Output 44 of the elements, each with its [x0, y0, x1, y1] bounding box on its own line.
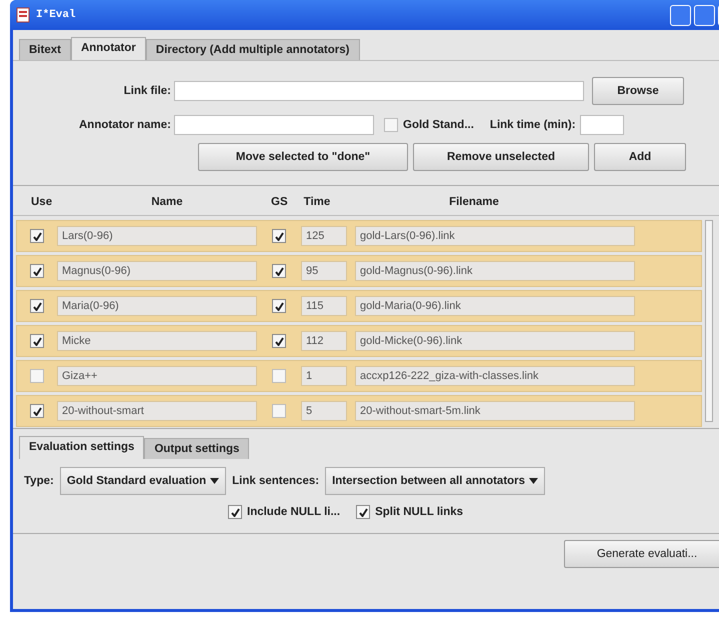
- filename-field[interactable]: 20-without-smart-5m.link: [355, 401, 635, 421]
- time-field[interactable]: 115: [301, 296, 347, 316]
- time-field[interactable]: 125: [301, 226, 347, 246]
- filename-field[interactable]: gold-Micke(0-96).link: [355, 331, 635, 351]
- generate-button[interactable]: Generate evaluati...: [564, 540, 719, 568]
- link-sentences-label: Link sentences:: [232, 475, 320, 487]
- tab[interactable]: Directory (Add multiple annotators): [146, 39, 360, 60]
- column-header: Name: [150, 196, 184, 208]
- action-button[interactable]: Remove unselected: [413, 143, 589, 171]
- action-button[interactable]: Add: [594, 143, 686, 171]
- option-label: Split NULL links: [375, 506, 464, 518]
- tab[interactable]: Output settings: [144, 438, 250, 459]
- time-field[interactable]: 95: [301, 261, 347, 281]
- tab[interactable]: Bitext: [19, 39, 71, 60]
- time-field[interactable]: 112: [301, 331, 347, 351]
- name-field[interactable]: Micke: [57, 331, 257, 351]
- standard-checkbox-label: Gold Stand...: [403, 119, 474, 131]
- name-field[interactable]: 20-without-smart: [57, 401, 257, 421]
- time-field[interactable]: 1: [301, 366, 347, 386]
- filename-field[interactable]: gold-Maria(0-96).link: [355, 296, 635, 316]
- name-field[interactable]: Maria(0-96): [57, 296, 257, 316]
- window-title: I*Eval: [36, 9, 76, 21]
- column-header: Filename: [448, 196, 500, 208]
- filename-field[interactable]: gold-Magnus(0-96).link: [355, 261, 635, 281]
- name-field[interactable]: Lars(0-96): [57, 226, 257, 246]
- column-header: GS: [271, 196, 289, 208]
- tab[interactable]: Annotator: [70, 37, 146, 60]
- action-button[interactable]: Move selected to "done": [198, 143, 408, 171]
- column-header: Time: [302, 196, 332, 208]
- link-sentences-dropdown[interactable]: Intersection between all annotators: [325, 467, 546, 495]
- tab[interactable]: Evaluation settings: [19, 436, 144, 459]
- option-label: Include NULL li...: [247, 506, 340, 518]
- filename-field[interactable]: accxp126-222_giza-with-classes.link: [355, 366, 635, 386]
- type-label: Type:: [24, 475, 54, 487]
- annotator-name-label: Annotator name:: [78, 119, 171, 131]
- name-field[interactable]: Magnus(0-96): [57, 261, 257, 281]
- link-time-label: Link time (min):: [490, 119, 576, 131]
- time-field[interactable]: 5: [301, 401, 347, 421]
- link-file-label: Link file:: [122, 85, 171, 97]
- browse-button[interactable]: Browse: [592, 77, 684, 105]
- column-header: Use: [30, 196, 54, 208]
- name-field[interactable]: Giza++: [57, 366, 257, 386]
- type-dropdown[interactable]: Gold Standard evaluation: [60, 467, 226, 495]
- filename-field[interactable]: gold-Lars(0-96).link: [355, 226, 635, 246]
